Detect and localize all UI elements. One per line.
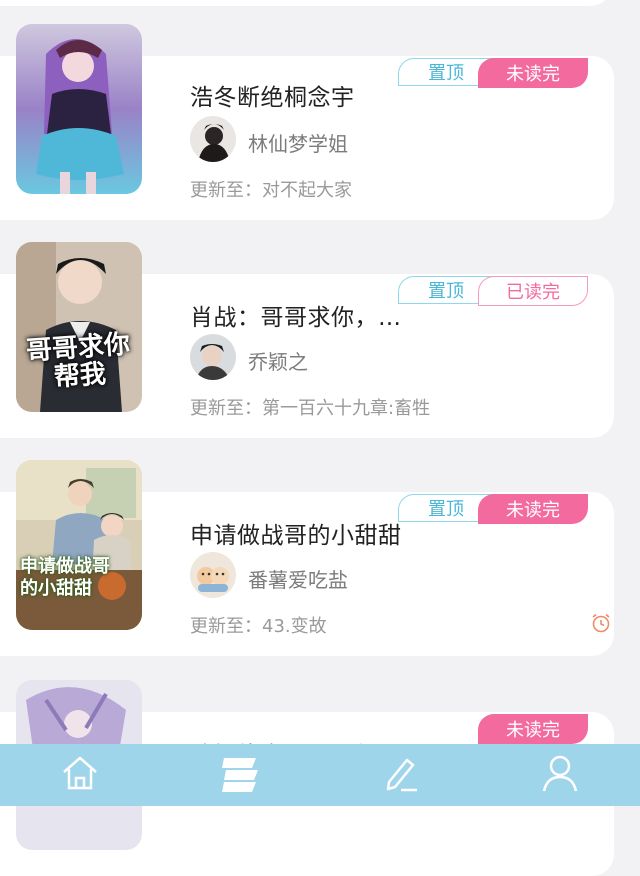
author-name: 番薯爱吃盐 — [248, 568, 348, 592]
tab-profile[interactable] — [480, 744, 640, 806]
cover-title-text: 申请做战哥的小甜甜 — [20, 556, 110, 599]
book-title: 浩冬断绝桐念宇 — [190, 85, 355, 111]
read-badge: 已读完 — [478, 276, 588, 306]
tag-group: 置顶 未读完 — [398, 494, 588, 524]
book-cover[interactable]: 申请做战哥的小甜甜 — [16, 460, 142, 630]
profile-icon — [539, 752, 581, 798]
unread-badge: 未读完 — [478, 58, 588, 88]
bookshelf-icon — [218, 752, 262, 798]
author-name: 乔颖之 — [248, 350, 308, 374]
book-cover[interactable]: 哥哥求你帮我 — [16, 242, 142, 412]
tag-group: 置顶 未读完 — [398, 58, 588, 88]
author-avatar — [190, 116, 236, 162]
tab-bookshelf[interactable] — [160, 744, 320, 806]
latest-chapter: 更新至：对不起大家 — [190, 180, 352, 201]
previous-card-bottom — [0, 0, 612, 6]
cover-title-text: 哥哥求你帮我 — [25, 329, 131, 393]
author-avatar — [190, 552, 236, 598]
book-title: 肖战：哥哥求你，… — [190, 305, 402, 331]
book-title: 申请做战哥的小甜甜 — [190, 523, 402, 549]
home-icon — [59, 752, 101, 798]
tag-group: 置顶 已读完 — [398, 276, 588, 306]
tab-home[interactable] — [0, 744, 160, 806]
tab-write[interactable] — [320, 744, 480, 806]
latest-chapter: 更新至：43.变故 — [190, 616, 327, 637]
unread-badge: 未读完 — [478, 714, 588, 744]
bottom-tab-bar — [0, 744, 640, 806]
latest-chapter: 更新至：第一百六十九章:畜牲 — [190, 398, 431, 419]
unread-badge: 未读完 — [478, 494, 588, 524]
book-cover[interactable] — [16, 24, 142, 194]
edit-icon — [379, 752, 421, 798]
author-avatar — [190, 334, 236, 380]
author-name: 林仙梦学姐 — [248, 132, 348, 156]
tag-group: 未读完 — [398, 714, 588, 744]
alarm-clock-icon[interactable] — [590, 612, 612, 638]
